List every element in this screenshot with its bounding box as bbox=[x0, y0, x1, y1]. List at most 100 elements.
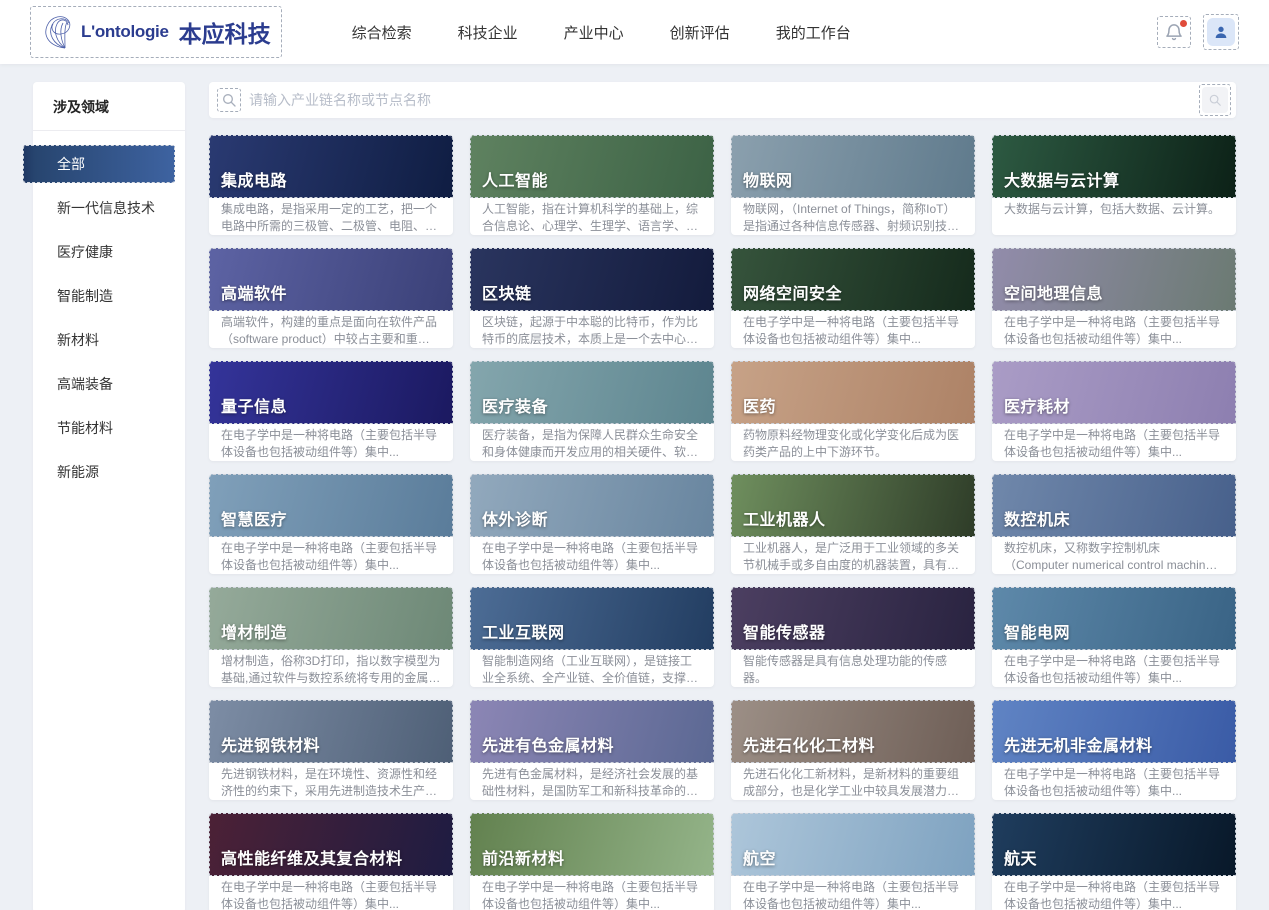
industry-card-grid: 集成电路 集成电路，是指采用一定的工艺，把一个电路中所需的三极管、二极管、电阻、… bbox=[209, 135, 1236, 910]
industry-card[interactable]: 航空 在电子学中是一种将电路（主要包括半导体设备也包括被动组件等）集中... bbox=[731, 813, 975, 910]
sidebar-item[interactable]: 新一代信息技术 bbox=[33, 189, 185, 227]
industry-card[interactable]: 高端软件 高端软件，构建的重点是面向在软件产品（software product… bbox=[209, 248, 453, 348]
industry-card[interactable]: 大数据与云计算 大数据与云计算，包括大数据、云计算。 bbox=[992, 135, 1236, 235]
industry-card[interactable]: 集成电路 集成电路，是指采用一定的工艺，把一个电路中所需的三极管、二极管、电阻、… bbox=[209, 135, 453, 235]
card-description: 先进石化化工新材料，是新材料的重要组成部分，也是化学工业中较具发展潜力的新领域。 bbox=[731, 763, 975, 800]
card-title: 航天 bbox=[1004, 845, 1037, 869]
card-description: 高端软件，构建的重点是面向在软件产品（software product）中较占主… bbox=[209, 311, 453, 348]
card-cover-image[interactable]: 工业机器人 bbox=[731, 474, 975, 537]
card-cover-image[interactable]: 前沿新材料 bbox=[470, 813, 714, 876]
card-cover-image[interactable]: 航空 bbox=[731, 813, 975, 876]
nav-item[interactable]: 我的工作台 bbox=[776, 22, 851, 43]
card-cover-image[interactable]: 先进钢铁材料 bbox=[209, 700, 453, 763]
card-cover-image[interactable]: 先进有色金属材料 bbox=[470, 700, 714, 763]
card-cover-image[interactable]: 高端软件 bbox=[209, 248, 453, 311]
nav-item[interactable]: 科技企业 bbox=[458, 22, 518, 43]
nav-item[interactable]: 产业中心 bbox=[564, 22, 624, 43]
card-cover-image[interactable]: 高性能纤维及其复合材料 bbox=[209, 813, 453, 876]
industry-card[interactable]: 数控机床 数控机床，又称数字控制机床（Computer numerical co… bbox=[992, 474, 1236, 574]
search-icon bbox=[221, 92, 237, 108]
card-cover-image[interactable]: 集成电路 bbox=[209, 135, 453, 198]
sidebar-item[interactable]: 节能材料 bbox=[33, 409, 185, 447]
card-description: 工业机器人，是广泛用于工业领域的多关节机械手或多自由度的机器装置，具有一定的自动… bbox=[731, 537, 975, 574]
card-cover-image[interactable]: 医疗装备 bbox=[470, 361, 714, 424]
card-cover-image[interactable]: 医药 bbox=[731, 361, 975, 424]
industry-card[interactable]: 网络空间安全 在电子学中是一种将电路（主要包括半导体设备也包括被动组件等）集中.… bbox=[731, 248, 975, 348]
notification-bell-button[interactable] bbox=[1157, 16, 1191, 48]
sidebar-item[interactable]: 医疗健康 bbox=[33, 233, 185, 271]
sidebar-item[interactable]: 新能源 bbox=[33, 453, 185, 491]
avatar bbox=[1207, 18, 1235, 46]
card-cover-image[interactable]: 数控机床 bbox=[992, 474, 1236, 537]
card-cover-image[interactable]: 网络空间安全 bbox=[731, 248, 975, 311]
card-cover-image[interactable]: 大数据与云计算 bbox=[992, 135, 1236, 198]
industry-card[interactable]: 先进无机非金属材料 在电子学中是一种将电路（主要包括半导体设备也包括被动组件等）… bbox=[992, 700, 1236, 800]
card-description: 大数据与云计算，包括大数据、云计算。 bbox=[992, 198, 1236, 218]
sidebar-item[interactable]: 高端装备 bbox=[33, 365, 185, 403]
industry-card[interactable]: 智能传感器 智能传感器是具有信息处理功能的传感器。 bbox=[731, 587, 975, 687]
industry-card[interactable]: 工业机器人 工业机器人，是广泛用于工业领域的多关节机械手或多自由度的机器装置，具… bbox=[731, 474, 975, 574]
card-description: 在电子学中是一种将电路（主要包括半导体设备也包括被动组件等）集中... bbox=[470, 876, 714, 910]
sidebar-item[interactable]: 新材料 bbox=[33, 321, 185, 359]
industry-card[interactable]: 医疗耗材 在电子学中是一种将电路（主要包括半导体设备也包括被动组件等）集中... bbox=[992, 361, 1236, 461]
sidebar-item[interactable]: 全部 bbox=[23, 145, 175, 183]
industry-card[interactable]: 先进钢铁材料 先进钢铁材料，是在环境性、资源性和经济性的约束下，采用先进制造技术… bbox=[209, 700, 453, 800]
card-description: 在电子学中是一种将电路（主要包括半导体设备也包括被动组件等）集中... bbox=[992, 876, 1236, 910]
notification-badge-dot bbox=[1180, 20, 1187, 27]
sidebar-item-label: 节能材料 bbox=[57, 420, 113, 436]
user-avatar-button[interactable] bbox=[1203, 14, 1239, 50]
sidebar-item[interactable]: 智能制造 bbox=[33, 277, 185, 315]
industry-card[interactable]: 先进石化化工材料 先进石化化工新材料，是新材料的重要组成部分，也是化学工业中较具… bbox=[731, 700, 975, 800]
industry-card[interactable]: 物联网 物联网，（Internet of Things，简称IoT）是指通过各种… bbox=[731, 135, 975, 235]
industry-card[interactable]: 医药 药物原料经物理变化或化学变化后成为医药类产品的上中下游环节。 bbox=[731, 361, 975, 461]
sidebar-item-label: 新材料 bbox=[57, 332, 99, 348]
card-description: 数控机床，又称数字控制机床（Computer numerical control… bbox=[992, 537, 1236, 574]
search-submit-button[interactable] bbox=[1202, 87, 1228, 113]
card-cover-image[interactable]: 物联网 bbox=[731, 135, 975, 198]
industry-card[interactable]: 空间地理信息 在电子学中是一种将电路（主要包括半导体设备也包括被动组件等）集中.… bbox=[992, 248, 1236, 348]
card-cover-image[interactable]: 区块链 bbox=[470, 248, 714, 311]
card-cover-image[interactable]: 智能传感器 bbox=[731, 587, 975, 650]
card-cover-image[interactable]: 先进无机非金属材料 bbox=[992, 700, 1236, 763]
industry-card[interactable]: 智慧医疗 在电子学中是一种将电路（主要包括半导体设备也包括被动组件等）集中... bbox=[209, 474, 453, 574]
card-cover-image[interactable]: 智能电网 bbox=[992, 587, 1236, 650]
card-cover-image[interactable]: 医疗耗材 bbox=[992, 361, 1236, 424]
industry-card[interactable]: 工业互联网 智能制造网络（工业互联网），是链接工业全系统、全产业链、全价值链，支… bbox=[470, 587, 714, 687]
main-nav: 综合检索 科技企业 产业中心 创新评估 我的工作台 bbox=[352, 22, 851, 43]
sidebar-item-label: 新一代信息技术 bbox=[57, 200, 155, 216]
card-cover-image[interactable]: 工业互联网 bbox=[470, 587, 714, 650]
card-title: 物联网 bbox=[743, 167, 793, 191]
industry-card[interactable]: 航天 在电子学中是一种将电路（主要包括半导体设备也包括被动组件等）集中... bbox=[992, 813, 1236, 910]
card-cover-image[interactable]: 航天 bbox=[992, 813, 1236, 876]
card-cover-image[interactable]: 智慧医疗 bbox=[209, 474, 453, 537]
industry-card[interactable]: 医疗装备 医疗装备，是指为保障人民群众生命安全和身体健康而开发应用的相关硬件、软… bbox=[470, 361, 714, 461]
industry-card[interactable]: 体外诊断 在电子学中是一种将电路（主要包括半导体设备也包括被动组件等）集中... bbox=[470, 474, 714, 574]
card-description: 在电子学中是一种将电路（主要包括半导体设备也包括被动组件等）集中... bbox=[731, 876, 975, 910]
sidebar-item-label: 新能源 bbox=[57, 464, 99, 480]
industry-card[interactable]: 人工智能 人工智能，指在计算机科学的基础上，综合信息论、心理学、生理学、语言学、… bbox=[470, 135, 714, 235]
industry-card[interactable]: 区块链 区块链，起源于中本聪的比特币，作为比特币的底层技术，本质上是一个去中心化… bbox=[470, 248, 714, 348]
search-button-icon bbox=[1208, 93, 1222, 107]
nav-item[interactable]: 综合检索 bbox=[352, 22, 412, 43]
brand-logo[interactable]: L'ontologie 本应科技 bbox=[30, 6, 282, 58]
industry-card[interactable]: 量子信息 在电子学中是一种将电路（主要包括半导体设备也包括被动组件等）集中... bbox=[209, 361, 453, 461]
card-cover-image[interactable]: 量子信息 bbox=[209, 361, 453, 424]
card-cover-image[interactable]: 先进石化化工材料 bbox=[731, 700, 975, 763]
search-input[interactable] bbox=[249, 92, 1199, 108]
card-description: 区块链，起源于中本聪的比特币，作为比特币的底层技术，本质上是一个去中心化的数据库… bbox=[470, 311, 714, 348]
nav-item[interactable]: 创新评估 bbox=[670, 22, 730, 43]
card-cover-image[interactable]: 体外诊断 bbox=[470, 474, 714, 537]
domain-filter-sidebar: 涉及领域 全部 新一代信息技术 医疗健康 智能制造 bbox=[33, 82, 185, 910]
card-cover-image[interactable]: 空间地理信息 bbox=[992, 248, 1236, 311]
card-cover-image[interactable]: 增材制造 bbox=[209, 587, 453, 650]
industry-card[interactable]: 前沿新材料 在电子学中是一种将电路（主要包括半导体设备也包括被动组件等）集中..… bbox=[470, 813, 714, 910]
industry-card[interactable]: 高性能纤维及其复合材料 在电子学中是一种将电路（主要包括半导体设备也包括被动组件… bbox=[209, 813, 453, 910]
industry-card[interactable]: 先进有色金属材料 先进有色金属材料，是经济社会发展的基础性材料，是国防军工和新科… bbox=[470, 700, 714, 800]
card-title: 医药 bbox=[743, 393, 776, 417]
brand-name-en: L'ontologie bbox=[81, 22, 169, 42]
card-title: 量子信息 bbox=[221, 393, 287, 417]
industry-card[interactable]: 增材制造 增材制造，俗称3D打印，指以数字模型为基础,通过软件与数控系统将专用的… bbox=[209, 587, 453, 687]
card-cover-image[interactable]: 人工智能 bbox=[470, 135, 714, 198]
industry-card[interactable]: 智能电网 在电子学中是一种将电路（主要包括半导体设备也包括被动组件等）集中... bbox=[992, 587, 1236, 687]
search-icon-button[interactable] bbox=[217, 88, 241, 112]
